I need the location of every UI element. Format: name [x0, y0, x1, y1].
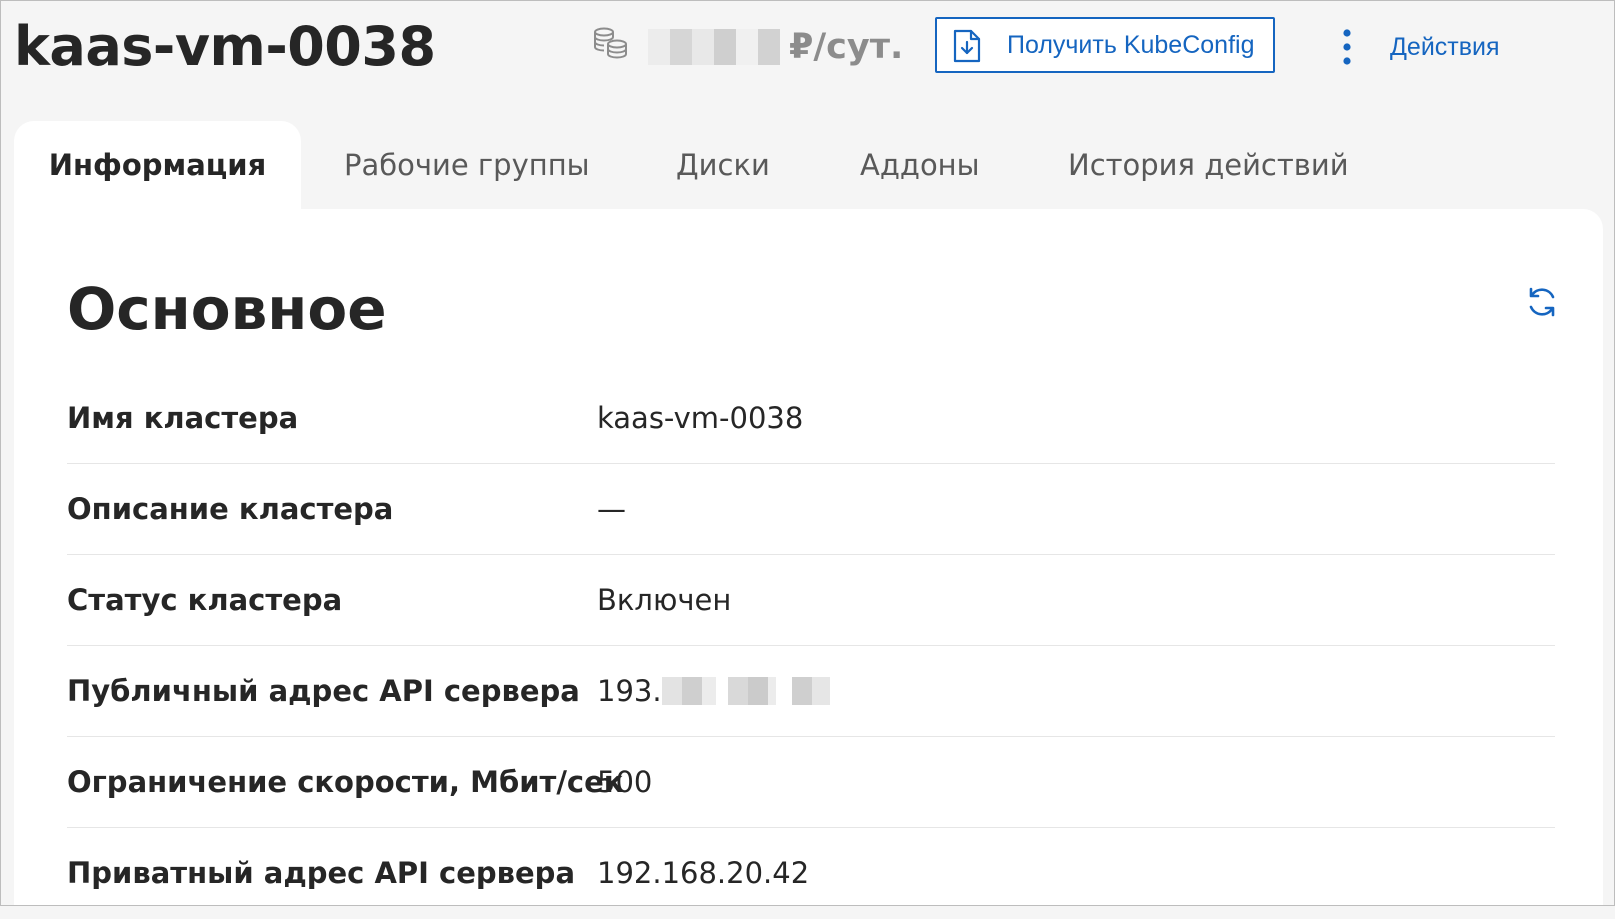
tab-action-history[interactable]: История действий — [1068, 121, 1349, 209]
row-label: Приватный адрес API сервера — [67, 856, 576, 890]
row-value: Включен — [597, 583, 732, 617]
public-ip-prefix: 193. — [597, 674, 662, 708]
refresh-icon[interactable] — [1524, 284, 1560, 320]
info-row-cluster-status: Статус кластера Включен — [67, 555, 1555, 646]
row-value: 193. — [597, 646, 832, 736]
tab-bar: Информация Рабочие группы Диски Аддоны И… — [14, 121, 1604, 209]
row-label: Статус кластера — [67, 583, 343, 617]
page-header: kaas-vm-0038 ₽/сут. Получить KubeConfig … — [0, 0, 1615, 110]
actions-menu-button[interactable]: Действия — [1340, 22, 1520, 72]
section-title: Основное — [67, 275, 387, 343]
price-value-redacted — [648, 29, 780, 65]
get-kubeconfig-label: Получить KubeConfig — [1007, 31, 1255, 59]
info-row-cluster-description: Описание кластера — — [67, 464, 1555, 555]
tab-worker-groups[interactable]: Рабочие группы — [344, 121, 590, 209]
row-value: kaas-vm-0038 — [597, 401, 804, 435]
row-label: Описание кластера — [67, 492, 394, 526]
row-value: 192.168.20.42 — [597, 856, 810, 890]
cluster-title: kaas-vm-0038 — [14, 15, 436, 78]
row-label: Публичный адрес API сервера — [67, 674, 580, 708]
info-row-private-api-address: Приватный адрес API сервера 192.168.20.4… — [67, 828, 1555, 919]
info-row-cluster-name: Имя кластера kaas-vm-0038 — [67, 373, 1555, 464]
tab-addons[interactable]: Аддоны — [860, 121, 980, 209]
tab-disks[interactable]: Диски — [676, 121, 770, 209]
info-panel: Основное Имя кластера kaas-vm-0038 Описа… — [14, 209, 1603, 906]
price-unit: ₽/сут. — [789, 27, 904, 67]
coins-icon — [594, 27, 627, 59]
row-label: Имя кластера — [67, 401, 299, 435]
info-row-public-api-address: Публичный адрес API сервера 193. — [67, 646, 1555, 737]
public-ip-redacted — [661, 677, 832, 705]
info-row-speed-limit: Ограничение скорости, Мбит/сек 500 — [67, 737, 1555, 828]
info-table: Имя кластера kaas-vm-0038 Описание класт… — [67, 373, 1555, 919]
tab-information[interactable]: Информация — [14, 121, 301, 209]
vertical-dots-icon — [1343, 29, 1351, 65]
file-download-icon — [953, 29, 981, 63]
row-value: — — [597, 492, 626, 526]
get-kubeconfig-button[interactable]: Получить KubeConfig — [935, 17, 1275, 73]
row-value: 500 — [597, 765, 653, 799]
row-label: Ограничение скорости, Мбит/сек — [67, 765, 624, 799]
actions-label: Действия — [1390, 33, 1500, 61]
